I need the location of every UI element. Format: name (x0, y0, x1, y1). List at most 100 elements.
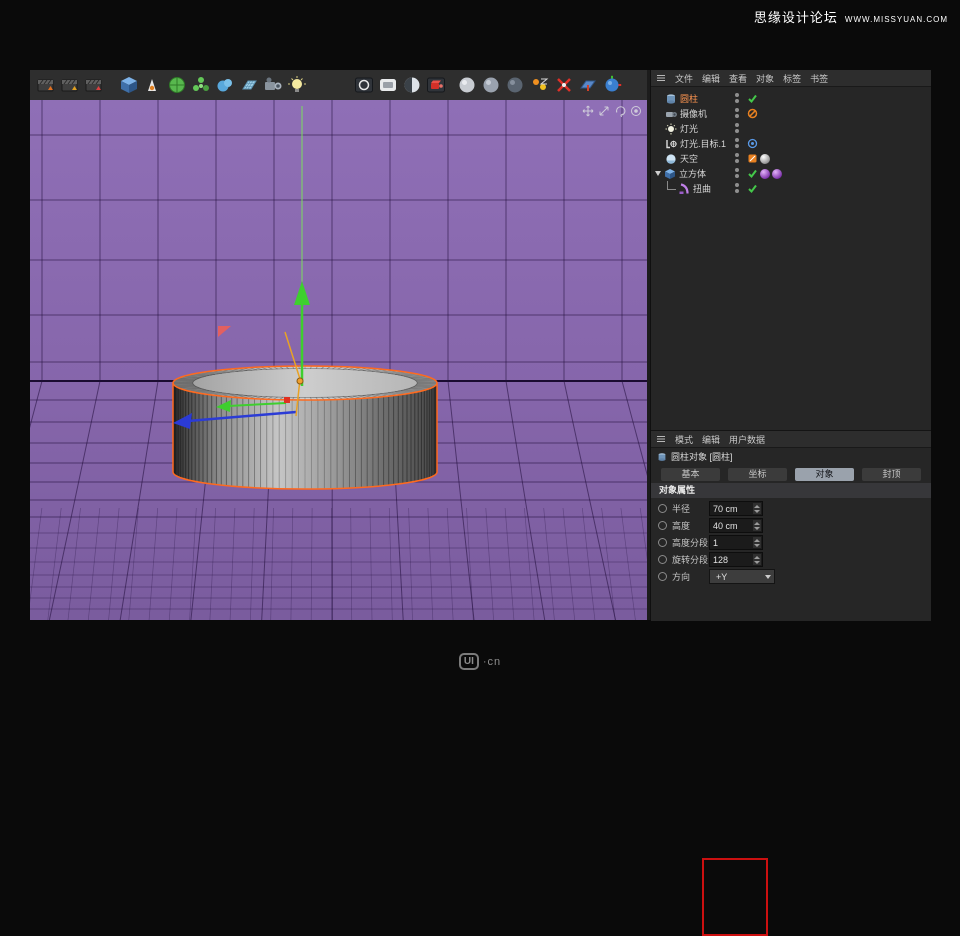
material-white-tag-icon[interactable] (760, 154, 770, 164)
right-panel: 文件 编辑 查看 对象 标签 书签 圆柱 摄像机 灯光 (650, 70, 931, 620)
object-row-bend[interactable]: 扭曲 (651, 181, 931, 196)
subdivision-icon[interactable] (166, 74, 188, 96)
metaball-icon[interactable] (214, 74, 236, 96)
render-settings-icon[interactable] (425, 74, 447, 96)
param-row-height-segments: 高度分段 1 (651, 534, 931, 551)
render-off-tag-icon[interactable] (747, 108, 758, 119)
cylinder-small-icon (657, 452, 667, 462)
menu-edit[interactable]: 编辑 (702, 433, 720, 446)
parameter-rows: 半径 70 cm 高度 40 cm 高度分段 (651, 498, 931, 585)
zoom-view-icon[interactable] (598, 104, 610, 116)
light-target-icon (665, 138, 677, 150)
menu-edit[interactable]: 编辑 (702, 72, 720, 85)
attribute-title: 圆柱对象 [圆柱] (671, 450, 733, 463)
keyframe-circle[interactable] (658, 555, 667, 564)
cube-tool-icon[interactable] (118, 74, 140, 96)
height-field[interactable]: 40 cm (709, 518, 763, 533)
expander-icon[interactable] (655, 171, 661, 176)
shading-sphere-icon[interactable] (401, 74, 423, 96)
clapper-icon-c[interactable] (83, 74, 105, 96)
check-tag-icon[interactable] (747, 183, 758, 194)
camera-tool-icon[interactable] (262, 74, 284, 96)
radius-field[interactable]: 70 cm (709, 501, 763, 516)
menu-file[interactable]: 文件 (675, 72, 693, 85)
object-label: 天空 (680, 152, 698, 165)
compositing-tag-icon[interactable] (747, 153, 758, 164)
menu-userdata[interactable]: 用户数据 (729, 433, 765, 446)
plane-icon[interactable] (238, 74, 260, 96)
viewport-3d[interactable] (30, 100, 647, 620)
panel-menu-icon[interactable] (656, 73, 666, 83)
light-tool-icon[interactable] (286, 74, 308, 96)
tab-object[interactable]: 对象 (795, 468, 854, 481)
tab-coordinates[interactable]: 坐标 (728, 468, 787, 481)
display-sphere-3-icon[interactable] (504, 74, 526, 96)
visibility-dots[interactable] (735, 93, 739, 103)
toggle-view-icon[interactable] (630, 104, 642, 116)
render-view-icon[interactable] (353, 74, 375, 96)
keyframe-circle[interactable] (658, 521, 667, 530)
pan-view-icon[interactable] (582, 104, 594, 116)
watermark-url: WWW.MISSYUAN.COM (845, 15, 948, 24)
menu-bookmarks[interactable]: 书签 (810, 72, 828, 85)
visibility-dots[interactable] (735, 153, 739, 163)
material-purple-tag-icon[interactable] (760, 169, 770, 179)
workplane-icon[interactable] (577, 74, 599, 96)
main-toolbar (30, 70, 647, 101)
visibility-dots[interactable] (735, 168, 739, 178)
tab-basic[interactable]: 基本 (661, 468, 720, 481)
stepper[interactable] (753, 520, 761, 531)
param-row-rotation-segments: 旋转分段 128 (651, 551, 931, 568)
object-row-light-target[interactable]: 灯光.目标.1 (651, 136, 931, 151)
object-row-light[interactable]: 灯光 (651, 121, 931, 136)
viewport-canvas[interactable] (30, 100, 647, 620)
render-picture-icon[interactable] (377, 74, 399, 96)
rotate-view-icon[interactable] (614, 104, 626, 116)
object-row-cube[interactable]: 立方体 (651, 166, 931, 181)
tab-caps[interactable]: 封顶 (862, 468, 921, 481)
object-row-cylinder[interactable]: 圆柱 (651, 91, 931, 106)
keyframe-circle[interactable] (658, 504, 667, 513)
panel-menu-icon[interactable] (656, 434, 666, 444)
clapper-icon-a[interactable] (35, 74, 57, 96)
section-object-properties[interactable]: 对象属性 (651, 483, 931, 498)
display-sphere-2-icon[interactable] (480, 74, 502, 96)
visibility-dots[interactable] (735, 138, 739, 148)
array-icon[interactable] (190, 74, 212, 96)
param-row-height: 高度 40 cm (651, 517, 931, 534)
snap-icon[interactable] (529, 74, 551, 96)
visibility-dots[interactable] (735, 108, 739, 118)
keyframe-circle[interactable] (658, 572, 667, 581)
menu-tags[interactable]: 标签 (783, 72, 801, 85)
orientation-value: +Y (713, 572, 727, 582)
attribute-title-row: 圆柱对象 [圆柱] (651, 448, 931, 465)
stepper[interactable] (753, 503, 761, 514)
object-label: 灯光 (680, 122, 698, 135)
height-segments-field[interactable]: 1 (709, 535, 763, 550)
menu-mode[interactable]: 模式 (675, 433, 693, 446)
object-row-sky[interactable]: 天空 (651, 151, 931, 166)
target-tag-icon[interactable] (747, 138, 758, 149)
check-tag-icon[interactable] (747, 168, 758, 179)
menu-objects[interactable]: 对象 (756, 72, 774, 85)
rotation-segments-field[interactable]: 128 (709, 552, 763, 567)
stepper[interactable] (753, 537, 761, 548)
axis-x-icon[interactable] (553, 74, 575, 96)
stepper[interactable] (753, 554, 761, 565)
param-row-radius: 半径 70 cm (651, 500, 931, 517)
radius-value: 70 cm (710, 504, 738, 514)
object-row-camera[interactable]: 摄像机 (651, 106, 931, 121)
material-purple-tag-icon[interactable] (772, 169, 782, 179)
visibility-dots[interactable] (735, 183, 739, 193)
pen-tool-icon[interactable] (142, 74, 164, 96)
clapper-icon-b[interactable] (59, 74, 81, 96)
orientation-dropdown[interactable]: +Y (709, 569, 775, 584)
height-value: 40 cm (710, 521, 738, 531)
check-tag-icon[interactable] (747, 93, 758, 104)
display-sphere-1-icon[interactable] (456, 74, 478, 96)
gizmo-ball-icon[interactable] (601, 74, 623, 96)
chevron-down-icon (765, 575, 771, 579)
menu-view[interactable]: 查看 (729, 72, 747, 85)
keyframe-circle[interactable] (658, 538, 667, 547)
visibility-dots[interactable] (735, 123, 739, 133)
